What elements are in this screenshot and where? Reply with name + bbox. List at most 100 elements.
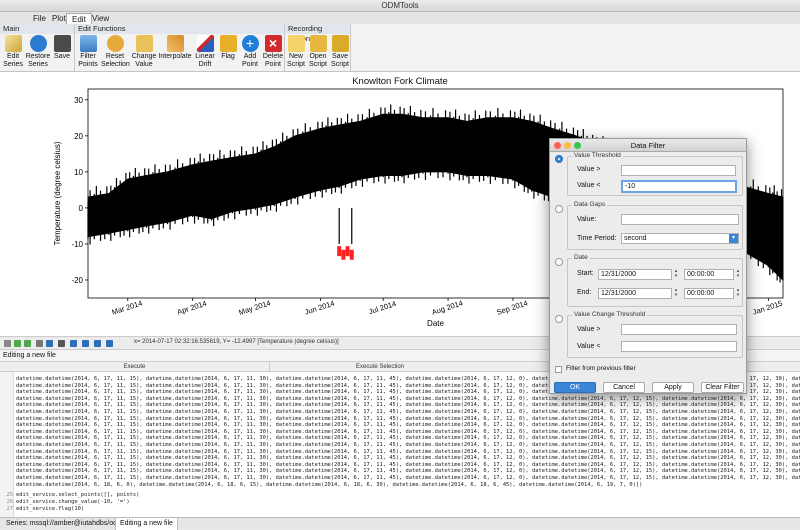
start-time-stepper[interactable]: ▴ ▾	[735, 269, 741, 280]
code-line: edit_service.flag(10)	[16, 506, 85, 512]
change-lt-label: Value <	[577, 343, 601, 350]
open-script-button[interactable]: Open Script	[307, 35, 329, 70]
maximize-icon[interactable]	[574, 142, 581, 149]
reset-selection-button[interactable]: Reset Selection	[101, 35, 130, 70]
date-radio[interactable]	[555, 258, 563, 266]
code-line: datetime.datetime(2014, 6, 17, 11, 15), …	[16, 442, 800, 448]
time-period-label: Time Period:	[577, 235, 617, 242]
save-script-icon	[331, 35, 349, 52]
code-line: datetime.datetime(2014, 6, 17, 11, 15), …	[16, 435, 800, 442]
ok-button[interactable]: OK	[554, 382, 596, 393]
interpolate-button[interactable]: Interpolate	[158, 35, 192, 70]
y-tick-label: 10	[74, 168, 83, 177]
gap-value-input[interactable]	[621, 214, 739, 225]
add-point-button[interactable]: + Add Point	[239, 35, 261, 70]
export-icon[interactable]	[106, 340, 113, 347]
end-date-input[interactable]: 12/31/2000	[598, 288, 672, 299]
script-panel-title: Editing a new file	[3, 352, 56, 359]
change-value-button[interactable]: Change Value	[131, 35, 157, 70]
change-gt-label: Value >	[577, 326, 601, 333]
value-gt-input[interactable]	[621, 165, 736, 176]
save-button[interactable]: Save	[52, 35, 72, 70]
end-date-stepper[interactable]: ▴ ▾	[673, 288, 679, 299]
code-line: edit_service.change_value(-10, '=')	[16, 499, 130, 505]
change-lt-input[interactable]	[621, 341, 737, 352]
menu-bar: File Plot Edit View	[0, 12, 800, 24]
code-line: datetime.datetime(2014, 6, 17, 11, 15), …	[16, 395, 800, 402]
forward-icon[interactable]	[24, 340, 31, 347]
x-tick-label: Jul 2014	[368, 299, 398, 316]
data-gaps-label: Data Gaps	[572, 201, 608, 208]
previous-filter-label: Filter from previous filter	[566, 365, 636, 372]
data-filter-dialog: Data Filter Value Threshold Value > Valu…	[549, 138, 747, 394]
edit-series-button[interactable]: Edit Series	[2, 35, 24, 70]
linear-drift-button[interactable]: Linear Drift	[193, 35, 217, 70]
ribbon-group-recording-options: Recording Options NewScript OpenScript S…	[285, 24, 351, 71]
value-threshold-radio[interactable]	[555, 155, 563, 163]
end-time-input[interactable]: 00:00:00	[684, 288, 734, 299]
selected-point	[341, 249, 346, 260]
window-titlebar: ODMTools	[0, 0, 800, 12]
change-gt-input[interactable]	[621, 324, 737, 335]
previous-filter-checkbox[interactable]	[555, 366, 562, 373]
close-icon[interactable]	[554, 142, 561, 149]
ribbon-group-title: Edit Functions	[75, 24, 284, 34]
open-folder-icon	[309, 35, 327, 52]
filter-points-button[interactable]: Filter Points	[76, 35, 100, 70]
save-figure-icon[interactable]	[82, 340, 89, 347]
pan-icon[interactable]	[36, 340, 43, 347]
x-tick-label: May 2014	[238, 298, 272, 317]
start-date-input[interactable]: 12/31/2000	[598, 269, 672, 280]
y-tick-label: -20	[71, 276, 83, 285]
execute-selection-button[interactable]: Execute Selection	[270, 362, 490, 372]
apply-button[interactable]: Apply	[652, 382, 694, 393]
start-date-stepper[interactable]: ▴ ▾	[673, 269, 679, 280]
save-script-button[interactable]: Save Script	[330, 35, 350, 70]
end-time-stepper[interactable]: ▴ ▾	[735, 288, 741, 299]
date-label: Date	[572, 254, 590, 261]
execute-button[interactable]: Execute	[0, 362, 270, 372]
value-threshold-label: Value Threshold	[572, 152, 623, 159]
restore-icon	[29, 35, 47, 52]
start-label: Start:	[577, 270, 594, 277]
selected-point	[345, 246, 350, 257]
refresh-icon[interactable]	[94, 340, 101, 347]
new-script-button[interactable]: New Script	[286, 35, 306, 70]
x-tick-label: Apr 2014	[176, 299, 208, 317]
add-icon: +	[241, 35, 259, 52]
menu-tab-view[interactable]: View	[87, 13, 114, 24]
data-gaps-radio[interactable]	[555, 205, 563, 213]
value-lt-label: Value <	[577, 182, 601, 189]
x-tick-label: Mar 2014	[111, 298, 144, 316]
line-number: 25	[6, 492, 14, 498]
value-lt-input[interactable]: -10	[621, 180, 737, 193]
new-script-icon	[287, 35, 305, 52]
clear-filter-button[interactable]: Clear Filter	[701, 382, 744, 393]
tab-editing-new-file[interactable]: Editing a new file	[115, 518, 178, 530]
line-number: 26	[6, 499, 14, 505]
ribbon: Main Edit Series Restore Series Save Edit …	[0, 24, 800, 72]
back-icon[interactable]	[14, 340, 21, 347]
zoom-icon[interactable]	[46, 340, 53, 347]
time-period-value: second	[624, 235, 647, 242]
dialog-titlebar: Data Filter	[550, 139, 746, 152]
delete-point-button[interactable]: × Delete Point	[261, 35, 285, 70]
home-icon[interactable]	[4, 340, 11, 347]
minimize-icon[interactable]	[564, 142, 571, 149]
date-section	[567, 258, 743, 307]
chevron-down-icon: ▾	[729, 234, 738, 243]
configure-icon[interactable]	[70, 340, 77, 347]
status-series: Series: mssql://amber@iutahdbs/odm	[6, 520, 123, 527]
start-time-input[interactable]: 00:00:00	[684, 269, 734, 280]
restore-series-button[interactable]: Restore Series	[25, 35, 51, 70]
value-change-radio[interactable]	[555, 315, 563, 323]
hand-icon[interactable]	[58, 340, 65, 347]
cancel-button[interactable]: Cancel	[603, 382, 645, 393]
x-tick-label: Jun 2014	[304, 299, 336, 317]
code-line: datetime.datetime(2014, 6, 17, 11, 15), …	[16, 448, 800, 455]
dialog-title: Data Filter	[630, 141, 666, 150]
x-axis-label: Date	[427, 319, 444, 328]
time-period-select[interactable]: second ▾	[621, 233, 739, 244]
y-axis-label: Temperature (degree celsius)	[53, 141, 62, 245]
flag-button[interactable]: Flag	[218, 35, 238, 70]
